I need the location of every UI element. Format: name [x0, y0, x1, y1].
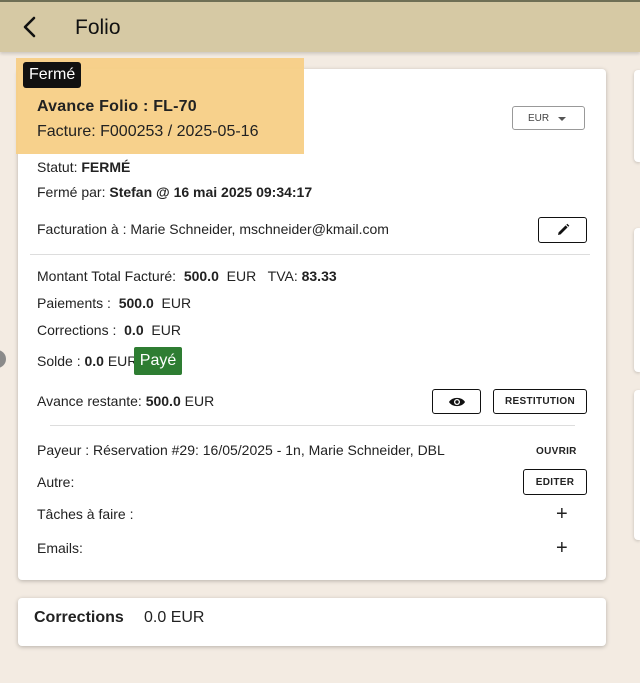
- side-panel-tab[interactable]: [634, 70, 640, 162]
- back-arrow-icon[interactable]: [18, 14, 44, 40]
- avance-currency: EUR: [184, 393, 215, 409]
- facture-info: Facture: F000253 / 2025-05-16: [37, 123, 259, 140]
- editer-button[interactable]: EDITER: [523, 469, 587, 495]
- payeur-value: Réservation #29: 16/05/2025 - 1n, Marie …: [93, 442, 445, 458]
- ferme-label: Fermé par:: [37, 184, 106, 200]
- side-panel-tab[interactable]: [634, 390, 640, 540]
- avance-row: Avance restante: 500.0 EUR: [37, 393, 214, 409]
- paiements-label: Paiements :: [37, 295, 111, 311]
- edit-billing-button[interactable]: [538, 217, 587, 243]
- solde-label: Solde :: [37, 353, 81, 369]
- view-button[interactable]: [432, 389, 481, 414]
- restitution-button[interactable]: RESTITUTION: [493, 389, 587, 414]
- currency-value: EUR: [528, 113, 550, 124]
- paiements-value: 500.0: [118, 295, 154, 311]
- montant-value: 500.0: [183, 268, 219, 284]
- autre-label: Autre:: [37, 474, 75, 490]
- corrections-label: Corrections :: [37, 322, 117, 338]
- status-badge: Fermé: [23, 62, 82, 88]
- solde-currency: EUR: [107, 353, 138, 369]
- taches-label: Tâches à faire :: [37, 506, 134, 522]
- ferme-row: Fermé par: Stefan @ 16 mai 2025 09:34:17: [37, 184, 312, 200]
- plus-icon[interactable]: +: [556, 504, 568, 524]
- montant-label: Montant Total Facturé:: [37, 268, 177, 284]
- eye-icon: [448, 397, 465, 406]
- paiements-currency: EUR: [161, 295, 192, 311]
- statut-label: Statut:: [37, 159, 78, 175]
- facturation-value: Marie Schneider, mschneider@kmail.com: [130, 221, 389, 237]
- paiements-row: Paiements : 500.0 EUR: [37, 295, 191, 311]
- corrections-card-title: Corrections: [34, 609, 124, 626]
- avance-value: 500.0: [145, 393, 181, 409]
- payeur-row: Payeur : Réservation #29: 16/05/2025 - 1…: [37, 442, 445, 458]
- currency-select[interactable]: EUR: [512, 106, 585, 130]
- statut-row: Statut: FERMÉ: [37, 159, 130, 175]
- dropdown-caret-icon: [558, 117, 566, 121]
- avance-label: Avance restante:: [37, 393, 142, 409]
- payeur-label: Payeur :: [37, 442, 90, 458]
- ouvrir-button[interactable]: OUVRIR: [536, 446, 577, 457]
- statut-value: FERMÉ: [81, 159, 131, 175]
- drawer-handle[interactable]: [0, 350, 6, 368]
- corrections-card-value: 0.0 EUR: [144, 609, 205, 626]
- emails-label: Emails:: [37, 540, 83, 556]
- ferme-value: Stefan @ 16 mai 2025 09:34:17: [109, 184, 313, 200]
- app-header: Folio: [0, 0, 640, 52]
- folio-title: Avance Folio : FL-70: [37, 98, 197, 115]
- divider: [50, 425, 575, 426]
- corrections-value: 0.0: [124, 322, 144, 338]
- corrections-card: Corrections 0.0 EUR: [18, 598, 606, 646]
- facturation-label: Facturation à :: [37, 221, 127, 237]
- montant-currency: EUR: [226, 268, 257, 284]
- pencil-icon: [557, 223, 569, 235]
- solde-value: 0.0: [84, 353, 104, 369]
- tva-label: TVA:: [267, 268, 298, 284]
- divider: [30, 254, 590, 255]
- side-panel-tab[interactable]: [634, 228, 640, 372]
- tva-value: 83.33: [301, 268, 337, 284]
- facturation-row: Facturation à : Marie Schneider, mschnei…: [37, 221, 389, 237]
- montant-row: Montant Total Facturé: 500.0 EUR TVA: 83…: [37, 268, 337, 284]
- plus-icon[interactable]: +: [556, 538, 568, 558]
- solde-row: Solde : 0.0 EUR: [37, 353, 137, 369]
- corrections-row: Corrections : 0.0 EUR: [37, 322, 181, 338]
- page-title: Folio: [75, 16, 121, 39]
- corrections-currency: EUR: [151, 322, 181, 338]
- paid-badge: Payé: [134, 347, 182, 375]
